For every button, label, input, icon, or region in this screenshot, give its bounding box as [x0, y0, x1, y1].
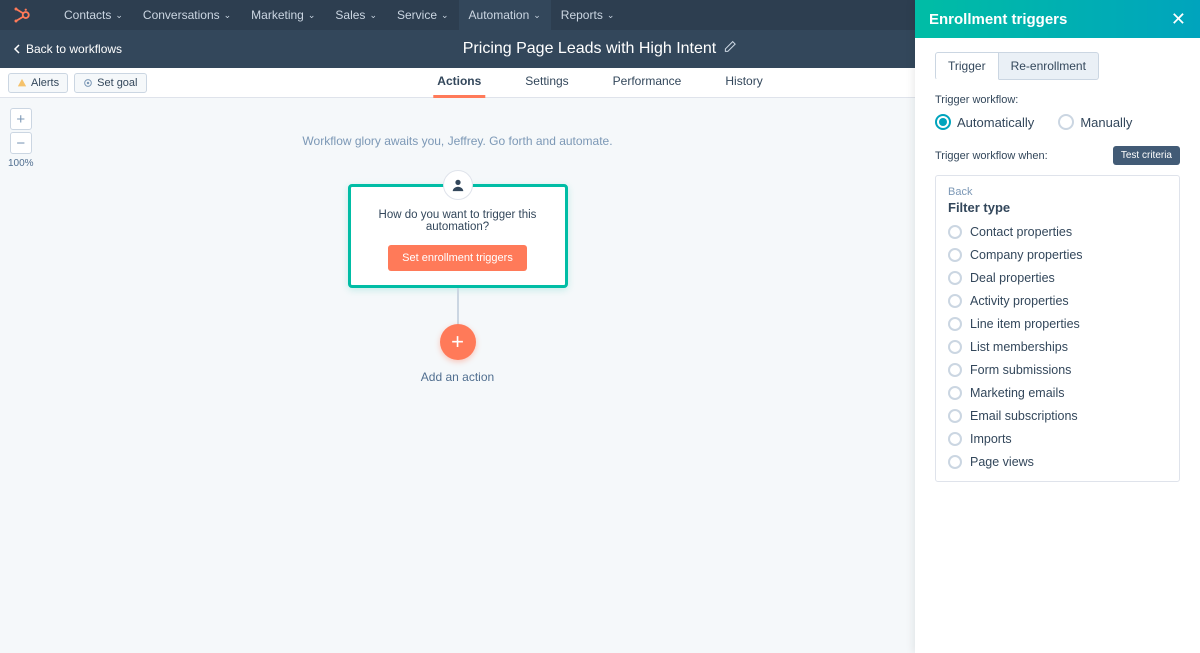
filter-type-box: Back Filter type Contact properties Compa…	[935, 175, 1180, 482]
nav-item-contacts[interactable]: Contacts⌄	[54, 0, 133, 30]
add-action-button[interactable]: +	[440, 324, 476, 360]
radio-icon	[948, 271, 962, 285]
card-question: How do you want to trigger this automati…	[365, 209, 551, 233]
nav-item-reports[interactable]: Reports⌄	[551, 0, 625, 30]
filter-option-company-properties[interactable]: Company properties	[948, 248, 1167, 262]
target-icon	[83, 78, 93, 88]
tab-actions[interactable]: Actions	[433, 67, 485, 98]
caret-down-icon: ⌄	[369, 10, 377, 21]
enrollment-triggers-panel: Enrollment triggers ✕ TriggerRe-enrollme…	[915, 0, 1200, 653]
radio-icon	[948, 225, 962, 239]
filter-option-deal-properties[interactable]: Deal properties	[948, 271, 1167, 285]
workflow-canvas: + − 100% Workflow glory awaits you, Jeff…	[0, 98, 915, 653]
tab-history[interactable]: History	[721, 67, 766, 98]
caret-down-icon: ⌄	[308, 10, 316, 21]
edit-title-icon[interactable]	[724, 40, 737, 58]
zoom-in-button[interactable]: +	[10, 108, 32, 130]
filter-option-list-memberships[interactable]: List memberships	[948, 340, 1167, 354]
filter-option-line-item-properties[interactable]: Line item properties	[948, 317, 1167, 331]
set-enrollment-triggers-button[interactable]: Set enrollment triggers	[388, 245, 527, 271]
canvas-greeting: Workflow glory awaits you, Jeffrey. Go f…	[0, 134, 915, 148]
zoom-level: 100%	[8, 158, 34, 169]
radio-icon	[948, 386, 962, 400]
filter-option-email-subscriptions[interactable]: Email subscriptions	[948, 409, 1167, 423]
workflow-title: Pricing Page Leads with High Intent	[463, 40, 716, 58]
filter-back-link[interactable]: Back	[948, 186, 1167, 198]
chevron-left-icon	[12, 44, 22, 54]
filter-option-form-submissions[interactable]: Form submissions	[948, 363, 1167, 377]
radio-icon	[948, 340, 962, 354]
zoom-controls: + − 100%	[8, 108, 34, 169]
tab-performance[interactable]: Performance	[609, 67, 686, 98]
back-to-workflows-link[interactable]: Back to workflows	[12, 42, 122, 56]
caret-down-icon: ⌄	[607, 10, 615, 21]
caret-down-icon: ⌄	[224, 10, 232, 21]
radio-icon	[948, 363, 962, 377]
filter-option-activity-properties[interactable]: Activity properties	[948, 294, 1167, 308]
radio-icon	[1058, 114, 1074, 130]
radio-icon	[948, 455, 962, 469]
zoom-out-button[interactable]: −	[10, 132, 32, 154]
radio-automatically[interactable]: Automatically	[935, 114, 1034, 130]
test-criteria-button[interactable]: Test criteria	[1113, 146, 1180, 165]
radio-icon	[935, 114, 951, 130]
trigger-workflow-label: Trigger workflow:	[935, 94, 1180, 106]
subtab-trigger[interactable]: Trigger	[935, 52, 999, 80]
filter-option-contact-properties[interactable]: Contact properties	[948, 225, 1167, 239]
caret-down-icon: ⌄	[441, 10, 449, 21]
panel-header: Enrollment triggers ✕	[915, 0, 1200, 38]
close-panel-button[interactable]: ✕	[1171, 9, 1186, 30]
alert-icon	[17, 78, 27, 88]
filter-option-imports[interactable]: Imports	[948, 432, 1167, 446]
panel-title: Enrollment triggers	[929, 11, 1067, 28]
connector-line	[457, 288, 459, 324]
alerts-button[interactable]: Alerts	[8, 73, 68, 93]
radio-manually[interactable]: Manually	[1058, 114, 1132, 130]
nav-item-automation[interactable]: Automation⌄	[459, 0, 551, 30]
filter-type-heading: Filter type	[948, 200, 1167, 215]
caret-down-icon: ⌄	[533, 10, 541, 21]
nav-item-marketing[interactable]: Marketing⌄	[241, 0, 325, 30]
back-label: Back to workflows	[26, 42, 122, 56]
radio-icon	[948, 409, 962, 423]
filter-option-marketing-emails[interactable]: Marketing emails	[948, 386, 1167, 400]
trigger-when-label: Trigger workflow when:	[935, 150, 1048, 162]
filter-option-page-views[interactable]: Page views	[948, 455, 1167, 469]
nav-item-service[interactable]: Service⌄	[387, 0, 459, 30]
contact-avatar-icon	[443, 170, 473, 200]
radio-icon	[948, 317, 962, 331]
set-goal-button[interactable]: Set goal	[74, 73, 146, 93]
nav-item-sales[interactable]: Sales⌄	[325, 0, 387, 30]
add-action-label: Add an action	[421, 370, 494, 384]
caret-down-icon: ⌄	[115, 10, 123, 21]
radio-icon	[948, 294, 962, 308]
subtab-re-enrollment[interactable]: Re-enrollment	[999, 52, 1099, 80]
hubspot-logo-icon[interactable]	[10, 3, 34, 27]
nav-item-conversations[interactable]: Conversations⌄	[133, 0, 241, 30]
radio-icon	[948, 432, 962, 446]
tab-settings[interactable]: Settings	[521, 67, 572, 98]
radio-icon	[948, 248, 962, 262]
